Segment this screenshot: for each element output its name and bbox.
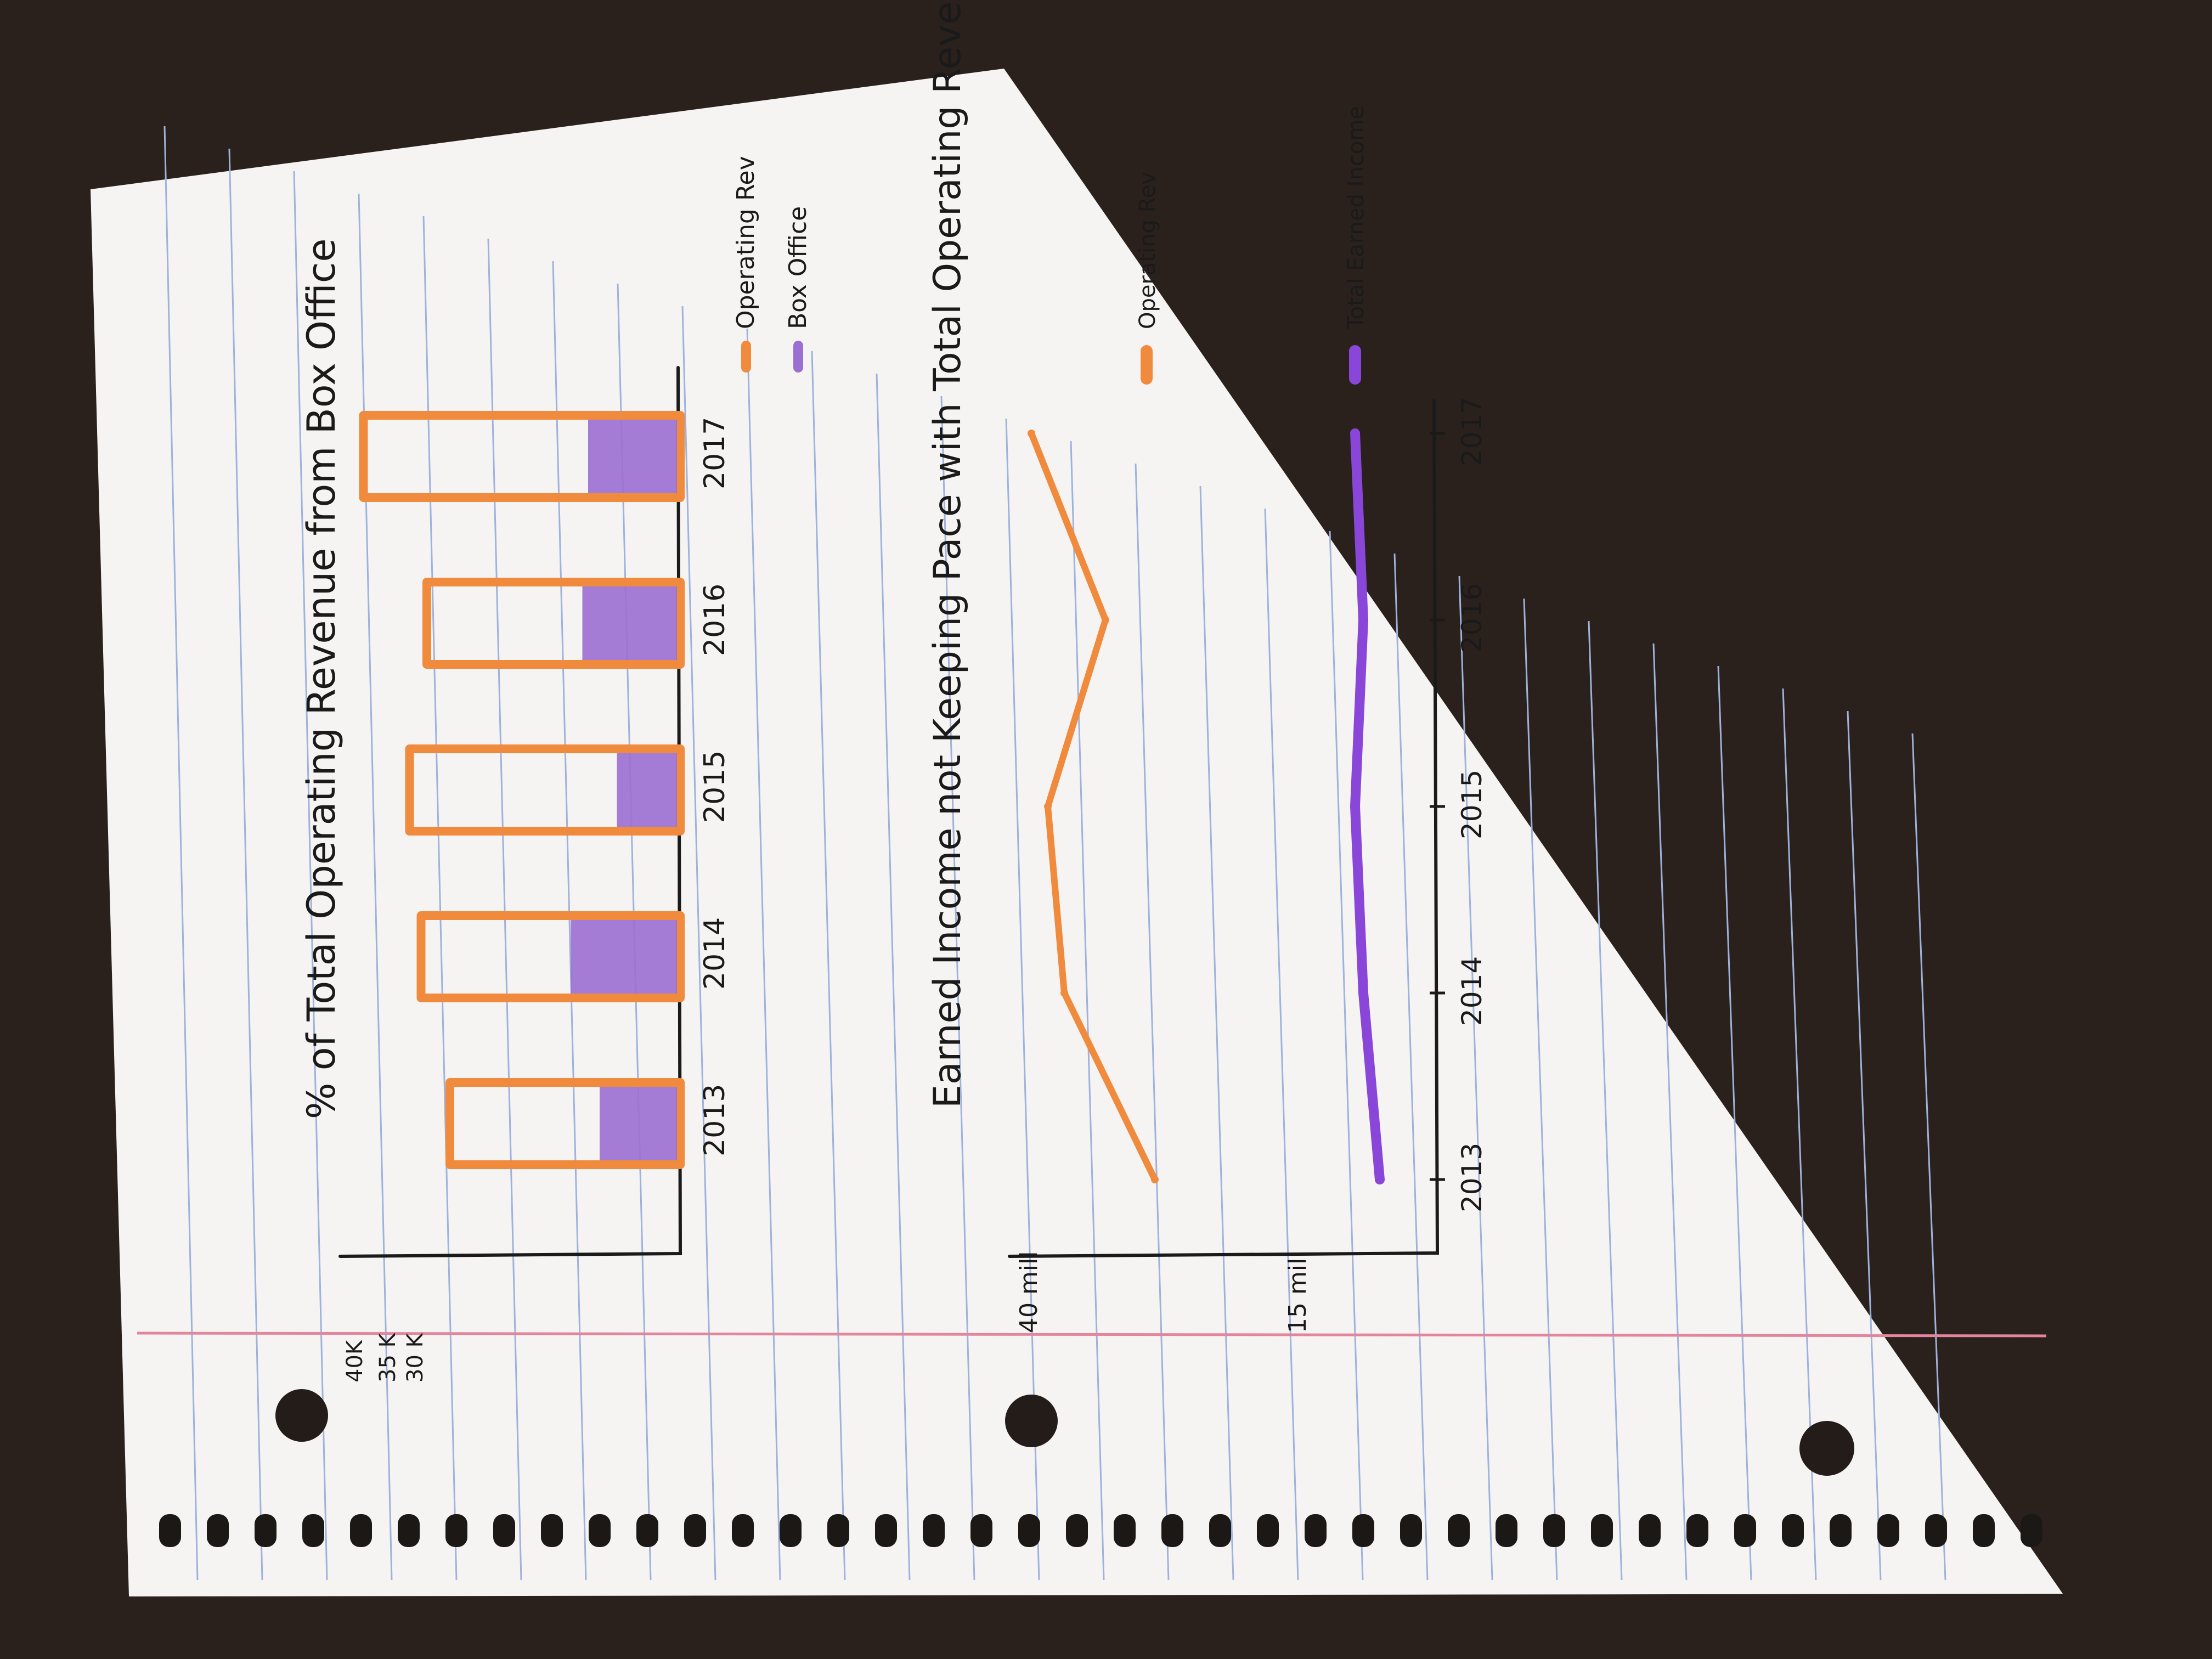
spiral-hole — [1400, 1514, 1422, 1547]
chart2-legend-label: Total Earned Income — [1344, 106, 1369, 330]
operating-rev-point — [1044, 803, 1052, 810]
box-office-bar — [582, 586, 677, 660]
spiral-hole — [1830, 1514, 1852, 1547]
earned-income-point — [1350, 802, 1360, 811]
spiral-hole — [636, 1514, 658, 1547]
spiral-hole — [1066, 1514, 1088, 1547]
spiral-hole — [350, 1514, 372, 1547]
earned-income-point — [1358, 615, 1368, 625]
spiral-hole — [1209, 1514, 1231, 1547]
spiral-hole — [493, 1514, 515, 1547]
operating-rev-point — [1028, 430, 1035, 437]
chart2-y-tick-label: 15 mill — [1284, 1251, 1312, 1333]
spiral-hole — [1639, 1514, 1661, 1547]
operating-rev-point — [1151, 1176, 1159, 1183]
binder-hole — [275, 1389, 328, 1442]
spiral-hole — [159, 1514, 181, 1547]
chart1-x-label: 2016 — [698, 584, 731, 656]
chart1-y-tick-label: 35 K — [375, 1332, 400, 1383]
spiral-hole — [302, 1514, 324, 1547]
spiral-hole — [1257, 1514, 1279, 1547]
notebook-photo: % of Total Operating Revenue from Box Of… — [0, 0, 2212, 1659]
spiral-hole — [1161, 1514, 1183, 1547]
spiral-hole — [1018, 1514, 1040, 1547]
spiral-hole — [1114, 1514, 1136, 1547]
spiral-hole — [2021, 1514, 2042, 1547]
spiral-hole — [1925, 1514, 1947, 1547]
box-office-bar — [617, 753, 677, 827]
spiral-hole — [1591, 1514, 1613, 1547]
chart2-x-label: 2014 — [1456, 956, 1488, 1026]
spiral-hole — [541, 1514, 563, 1547]
chart2-title: Earned Income not Keeping Pace with Tota… — [926, 0, 969, 1108]
spiral-hole — [445, 1514, 467, 1547]
chart1-x-label: 2017 — [698, 417, 731, 489]
spiral-hole — [1543, 1514, 1565, 1547]
spiral-hole — [1496, 1514, 1517, 1547]
chart2-legend-label: Operating Rev — [1135, 172, 1160, 329]
binder-hole — [1005, 1395, 1058, 1447]
spiral-hole — [1782, 1514, 1804, 1547]
chart2-y-tick-label: 40 mill — [1015, 1251, 1043, 1333]
spiral-hole — [1877, 1514, 1899, 1547]
earned-income-point — [1375, 1175, 1385, 1184]
spiral-hole — [970, 1514, 992, 1547]
binder-hole — [1799, 1421, 1854, 1476]
operating-rev-point — [1060, 989, 1068, 997]
spiral-hole — [1973, 1514, 1995, 1547]
spiral-hole — [827, 1514, 849, 1547]
chart1-title: % of Total Operating Revenue from Box Of… — [299, 239, 344, 1119]
operating-rev-point — [1102, 616, 1109, 624]
spiral-hole — [1305, 1514, 1327, 1547]
chart2-x-label: 2017 — [1456, 397, 1488, 466]
chart1-x-label: 2014 — [698, 917, 731, 990]
spiral-hole — [255, 1514, 276, 1547]
chart1-x-label: 2015 — [698, 751, 731, 823]
spiral-hole — [1686, 1514, 1708, 1547]
spiral-hole — [923, 1514, 945, 1547]
spiral-hole — [875, 1514, 897, 1547]
earned-income-point — [1350, 428, 1360, 438]
spiral-hole — [207, 1514, 229, 1547]
spiral-hole — [1352, 1514, 1374, 1547]
spiral-hole — [732, 1514, 754, 1547]
chart1-legend-label: Operating Rev — [732, 156, 760, 329]
chart2-x-label: 2016 — [1456, 583, 1488, 653]
spiral-hole — [589, 1514, 611, 1547]
chart2-x-label: 2013 — [1456, 1143, 1488, 1212]
earned-income-point — [1358, 988, 1368, 998]
chart2-x-label: 2015 — [1456, 770, 1488, 839]
box-office-bar — [600, 1087, 677, 1160]
spiral-hole — [1448, 1514, 1470, 1547]
chart1-y-tick-label: 30 K — [403, 1332, 428, 1383]
spiral-hole — [398, 1514, 420, 1547]
box-office-bar — [588, 420, 677, 493]
chart1-legend-label: Box Office — [784, 206, 812, 329]
chart1-x-label: 2013 — [698, 1084, 731, 1156]
chart1-y-tick-label: 40K — [342, 1339, 368, 1383]
spiral-hole — [684, 1514, 706, 1547]
spiral-hole — [780, 1514, 802, 1547]
spiral-hole — [1734, 1514, 1756, 1547]
box-office-bar — [571, 920, 677, 994]
